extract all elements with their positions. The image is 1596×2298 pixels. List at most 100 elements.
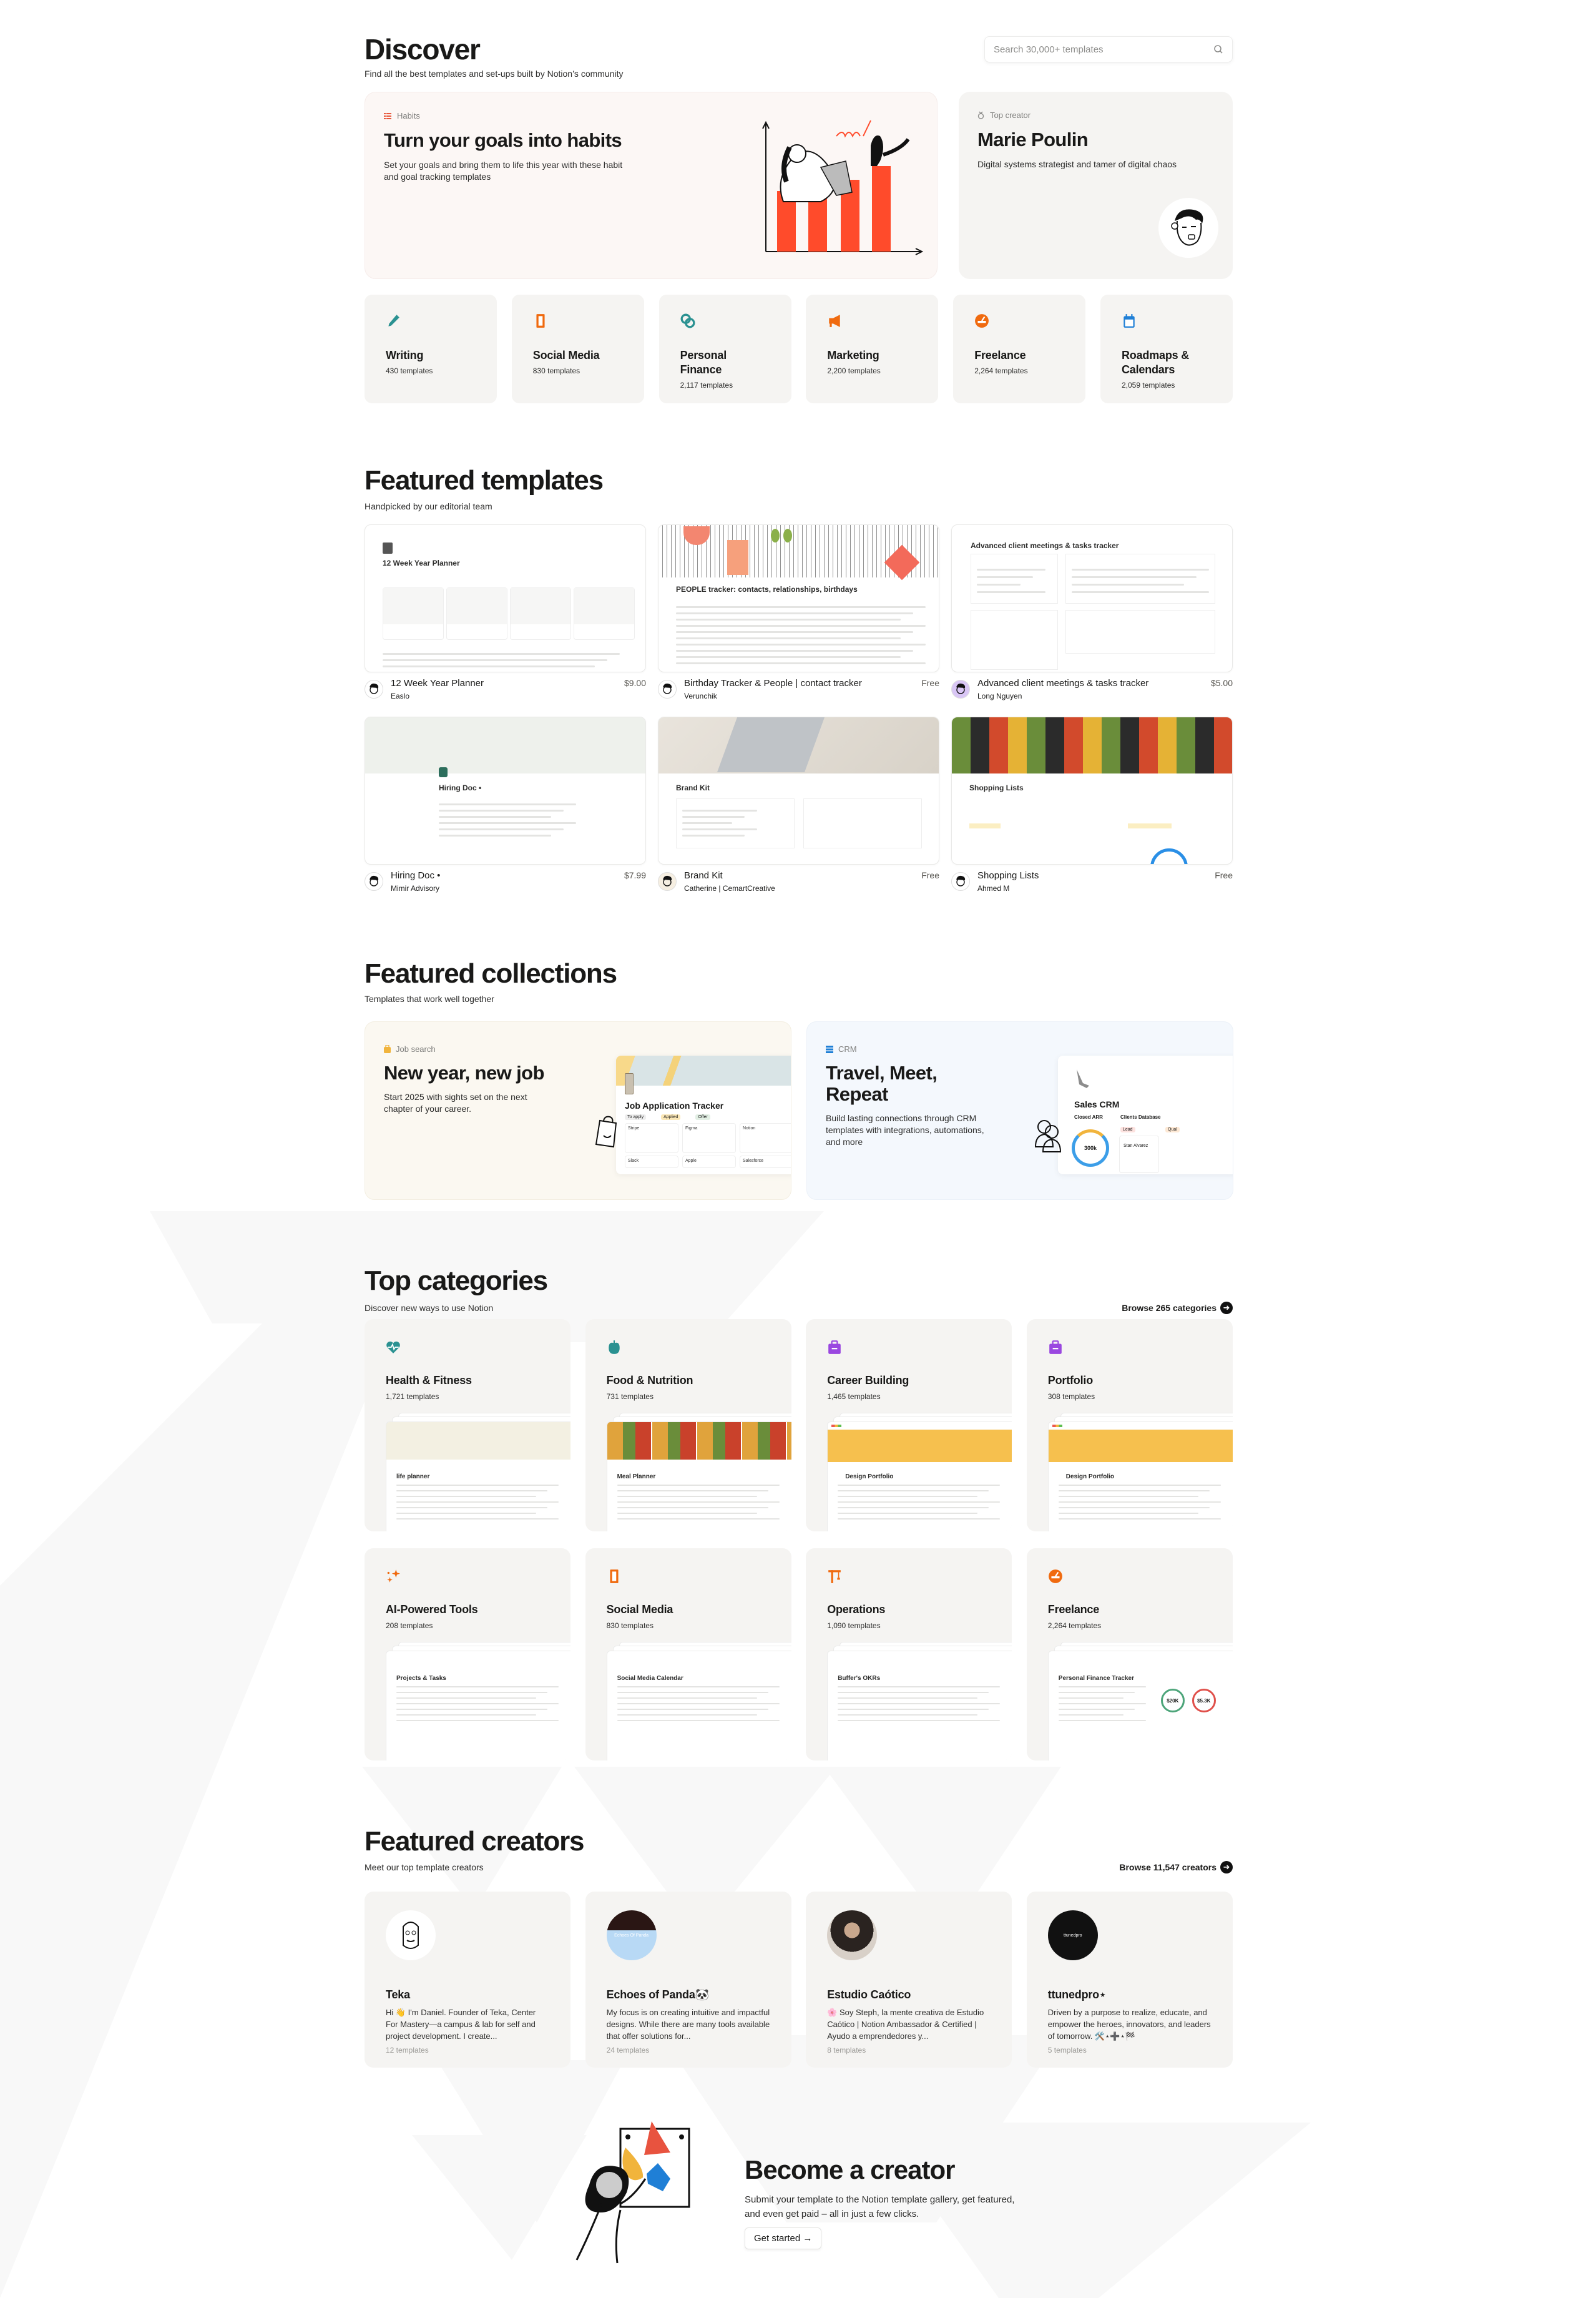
category-card[interactable]: Freelance 2,264 templates [953,295,1086,403]
goal-card [383,587,444,640]
template-price: Free [921,870,939,880]
template-card[interactable]: 12 Week Year Planner 12 Week Year Planne… [365,524,646,700]
category-name: Marketing [827,349,879,361]
browse-categories-link[interactable]: Browse 265 categories ➜ [1122,1302,1233,1314]
top-category-card[interactable]: Freelance 2,264 templates Personal Finan… [1026,1548,1233,1760]
creator-template-count: 8 templates [827,2046,866,2055]
template-author[interactable]: Ahmed M [977,884,1039,893]
creator-card[interactable]: ttunedpro ttunedpro⋆ Driven by a purpose… [1026,1892,1233,2068]
category-name: Operations [827,1603,886,1616]
category-card[interactable]: Social Media 830 templates [511,295,644,403]
avatar-face-icon [370,683,379,694]
preview-line [617,1501,780,1503]
collection-card-job-search[interactable]: Job search New year, new job Start 2025 … [365,1021,791,1200]
template-card[interactable]: Hiring Doc • Hiring Doc • Mimir Advisory… [365,717,646,893]
background-pattern [0,1211,1311,2298]
search-icon[interactable] [1213,44,1223,54]
template-thumbnail[interactable]: Brand Kit [658,717,939,865]
template-name[interactable]: Hiring Doc • [391,870,440,881]
creator-bio: Driven by a purpose to realize, educate,… [1047,2008,1211,2041]
get-started-button[interactable]: Get started → [745,2227,822,2249]
hero-creator-card[interactable]: Top creator Marie Poulin Digital systems… [959,92,1233,279]
preview-sheet: life planner [386,1422,570,1531]
checklist-icon [384,112,391,119]
category-card[interactable]: Marketing 2,200 templates [806,295,939,403]
job-tracker-title: Job Application Tracker [625,1101,724,1111]
search-input[interactable] [994,44,1213,55]
cover-photo [952,717,1232,773]
preview-line [617,1709,768,1710]
collection-card-crm[interactable]: CRM Travel, Meet, Repeat Build lasting c… [806,1021,1233,1200]
template-card[interactable]: PEOPLE tracker: contacts, relationships,… [658,524,939,700]
template-thumbnail[interactable]: PEOPLE tracker: contacts, relationships,… [658,524,939,672]
template-card[interactable]: Advanced client meetings & tasks tracker… [951,524,1233,700]
creator-card[interactable]: Estudio Caótico 🌸 Soy Steph, la mente cr… [806,1892,1012,2068]
preview-line [1058,1518,1221,1520]
browse-creators-link[interactable]: Browse 11,547 creators ➜ [1119,1861,1233,1873]
arrow-right-icon: ➜ [1220,1861,1233,1873]
category-card[interactable]: Personal Finance 2,117 templates [658,295,791,403]
template-thumbnail[interactable]: Advanced client meetings & tasks tracker [951,524,1233,672]
top-category-card[interactable]: Portfolio 308 templates Design Portfolio [1026,1319,1233,1531]
template-author[interactable]: Easlo [391,692,484,700]
template-author[interactable]: Mimir Advisory [391,884,440,893]
hero-collection-card[interactable]: Habits Turn your goals into habits Set y… [365,92,938,279]
top-categories-subtitle: Discover new ways to use Notion [365,1303,494,1313]
template-card[interactable]: Shopping Lists Shopping Lists Ahmed M Fr… [951,717,1233,893]
preview-line [676,612,913,614]
preview-line [1058,1714,1124,1716]
preview-line [1058,1490,1210,1491]
grocery-tag [969,823,1001,828]
preview-line [617,1720,780,1721]
medal-icon [977,111,984,119]
template-name[interactable]: Birthday Tracker & People | contact trac… [684,677,862,689]
arrow-right-icon: ➜ [1220,1302,1233,1314]
template-thumbnail[interactable]: Shopping Lists [951,717,1233,865]
template-author[interactable]: Verunchik [684,692,862,700]
template-name[interactable]: Advanced client meetings & tasks tracker [977,677,1148,689]
preview-line [838,1692,989,1693]
arr-value: 300k [1084,1145,1097,1151]
template-author[interactable]: Catherine | CemartCreative [684,884,775,893]
top-category-card[interactable]: Career Building 1,465 templates Design P… [806,1319,1012,1531]
top-category-card[interactable]: Health & Fitness 1,721 templates life pl… [365,1319,570,1531]
engagement-panel [971,610,1058,670]
pen-icon [388,315,399,327]
category-name: Social Media [606,1603,673,1616]
template-thumbnail[interactable]: Hiring Doc • [365,717,646,865]
preview-title: Design Portfolio [1065,1473,1115,1480]
crane-icon [828,1570,841,1583]
category-card[interactable]: Writing 430 templates [365,295,497,403]
avatar-face-icon [403,1922,419,1949]
template-name[interactable]: 12 Week Year Planner [391,677,484,689]
search-box[interactable] [984,36,1233,62]
preview-line [396,1714,536,1716]
top-category-card[interactable]: Food & Nutrition 731 templates Meal Plan… [585,1319,791,1531]
preview-line [383,659,607,661]
creator-template-count: 12 templates [386,2046,429,2055]
top-category-card[interactable]: Social Media 830 templates Social Media … [585,1548,791,1760]
creator-card[interactable]: Teka Hi 👋 I'm Daniel. Founder of Teka, C… [365,1892,570,2068]
top-category-card[interactable]: Operations 1,090 templates Buffer's OKRs [806,1548,1012,1760]
category-name: Writing [386,349,424,361]
preview-line [396,1709,547,1710]
creator-card[interactable]: Echoes Of Panda Echoes of Panda🐼 My focu… [585,1892,791,2068]
template-card[interactable]: Brand Kit Brand Kit Catherine | CemartCr… [658,717,939,893]
template-name[interactable]: Brand Kit [684,870,775,881]
category-name: AI-Powered Tools [386,1603,478,1616]
preview-line [682,828,757,830]
author-avatar [658,680,677,699]
category-card[interactable]: Roadmaps & Calendars 2,059 templates [1100,295,1233,403]
preview-line [396,1686,559,1687]
category-preview: Buffer's OKRs [827,1642,1012,1760]
top-category-card[interactable]: AI-Powered Tools 208 templates Projects … [365,1548,570,1760]
preview-line [838,1496,978,1497]
preview-line [396,1720,559,1721]
category-name: Food & Nutrition [606,1374,693,1387]
category-count: 2,264 templates [1047,1621,1102,1630]
tag-lead: Lead [1120,1127,1135,1132]
template-name[interactable]: Shopping Lists [977,870,1039,881]
template-author[interactable]: Long Nguyen [977,692,1148,700]
preview-sheet: Social Media Calendar [606,1651,791,1760]
template-thumbnail[interactable]: 12 Week Year Planner [365,524,646,672]
